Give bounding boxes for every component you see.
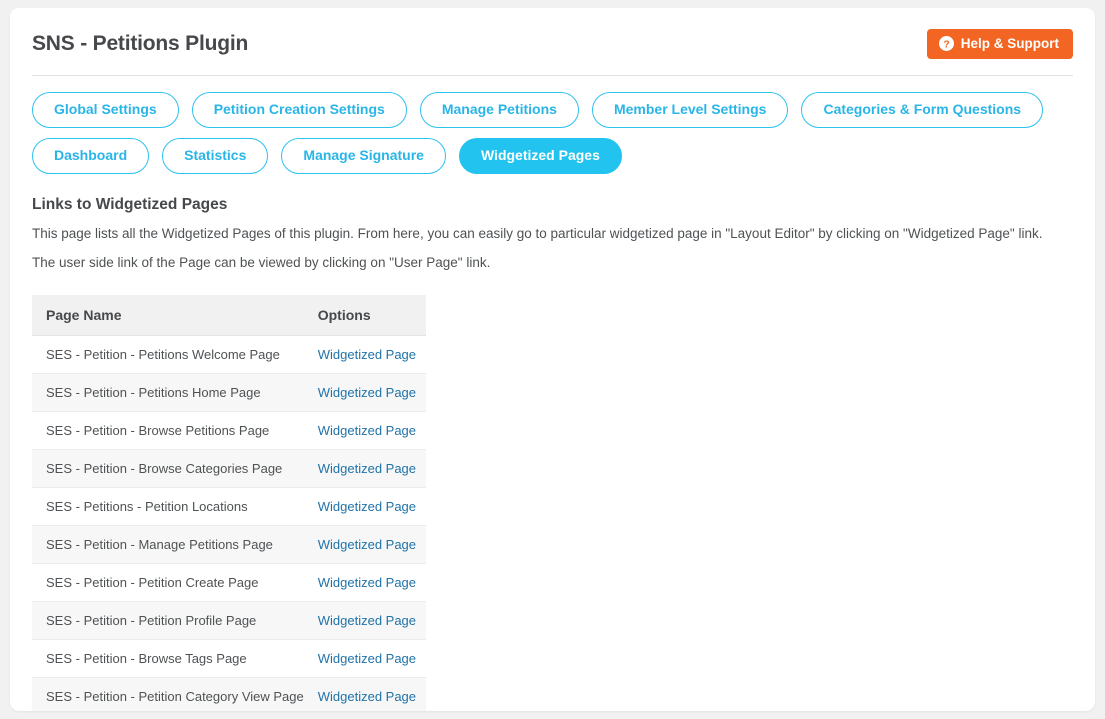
cell-options: Widgetized Page [313,563,427,602]
cell-page-name: SES - Petition - Petition Profile Page [32,601,314,640]
section-description-line-1: This page lists all the Widgetized Pages… [32,226,1043,241]
section-title: Links to Widgetized Pages [32,196,228,213]
help-and-support-button[interactable]: ? Help & Support [926,29,1073,59]
cell-page-name: SES - Petitions - Petition Locations [32,487,314,526]
table-body: SES - Petition - Petitions Welcome Page … [32,335,427,711]
widgetized-page-link[interactable]: Widgetized Page [318,575,416,590]
cell-page-name: SES - Petition - Browse Categories Page [32,449,314,488]
cell-options: Widgetized Page [313,335,427,374]
column-header-options: Options [313,295,427,336]
widgetized-page-link[interactable]: Widgetized Page [318,499,416,514]
widgetized-page-link[interactable]: Widgetized Page [318,385,416,400]
table-row: SES - Petition - Petitions Welcome Page … [32,335,427,374]
cell-page-name: SES - Petition - Browse Petitions Page [32,411,314,450]
tab-categories-and-form-questions[interactable]: Categories & Form Questions [801,92,1044,128]
column-header-page-name: Page Name [32,295,314,336]
cell-page-name: SES - Petition - Manage Petitions Page [32,525,314,564]
page-header: SNS - Petitions Plugin ? Help & Support [32,28,1073,66]
cell-options: Widgetized Page [313,525,427,564]
tab-member-level-settings[interactable]: Member Level Settings [591,92,789,128]
table-row: SES - Petition - Browse Petitions Page W… [32,411,427,450]
table-row: SES - Petitions - Petition Locations Wid… [32,487,427,526]
widgetized-page-link[interactable]: Widgetized Page [318,347,416,362]
widgetized-page-link[interactable]: Widgetized Page [318,423,416,438]
tab-bar: Global Settings Petition Creation Settin… [32,76,1073,174]
tab-manage-petitions[interactable]: Manage Petitions [419,92,579,128]
cell-options: Widgetized Page [313,601,427,640]
admin-page-card: SNS - Petitions Plugin ? Help & Support … [10,8,1095,711]
card-content: SNS - Petitions Plugin ? Help & Support … [10,8,1095,711]
tab-statistics[interactable]: Statistics [162,138,269,174]
cell-page-name: SES - Petition - Petitions Home Page [32,373,314,412]
table-row: SES - Petition - Browse Tags Page Widget… [32,639,427,678]
page-title: SNS - Petitions Plugin [32,32,249,55]
cell-options: Widgetized Page [313,677,427,711]
cell-options: Widgetized Page [313,487,427,526]
widgetized-page-link[interactable]: Widgetized Page [318,537,416,552]
cell-options: Widgetized Page [313,411,427,450]
cell-page-name: SES - Petition - Petitions Welcome Page [32,335,314,374]
table-row: SES - Petition - Browse Categories Page … [32,449,427,488]
widgetized-pages-table: Page Name Options SES - Petition - Petit… [32,295,427,711]
cell-options: Widgetized Page [313,639,427,678]
section-description-line-2: The user side link of the Page can be vi… [32,255,491,270]
tab-global-settings[interactable]: Global Settings [32,92,179,128]
widgetized-page-link[interactable]: Widgetized Page [318,461,416,476]
table-row: SES - Petition - Petition Category View … [32,677,427,711]
table-head: Page Name Options [32,295,427,336]
table-header-row: Page Name Options [32,295,427,336]
cell-options: Widgetized Page [313,449,427,488]
tab-manage-signature[interactable]: Manage Signature [281,138,446,174]
table-row: SES - Petition - Petition Create Page Wi… [32,563,427,602]
cell-page-name: SES - Petition - Petition Create Page [32,563,314,602]
table-row: SES - Petition - Petition Profile Page W… [32,601,427,640]
table-row: SES - Petition - Petitions Home Page Wid… [32,373,427,412]
tab-petition-creation-settings[interactable]: Petition Creation Settings [191,92,407,128]
table-row: SES - Petition - Manage Petitions Page W… [32,525,427,564]
cell-page-name: SES - Petition - Browse Tags Page [32,639,314,678]
cell-page-name: SES - Petition - Petition Category View … [32,677,314,711]
question-circle-icon: ? [938,36,954,51]
cell-options: Widgetized Page [313,373,427,412]
widgetized-page-link[interactable]: Widgetized Page [318,689,416,704]
tab-dashboard[interactable]: Dashboard [32,138,150,174]
svg-text:?: ? [943,39,949,50]
widgetized-page-link[interactable]: Widgetized Page [318,613,416,628]
tab-widgetized-pages[interactable]: Widgetized Pages [458,138,622,174]
widgetized-page-link[interactable]: Widgetized Page [318,651,416,666]
help-and-support-label: Help & Support [960,35,1059,51]
